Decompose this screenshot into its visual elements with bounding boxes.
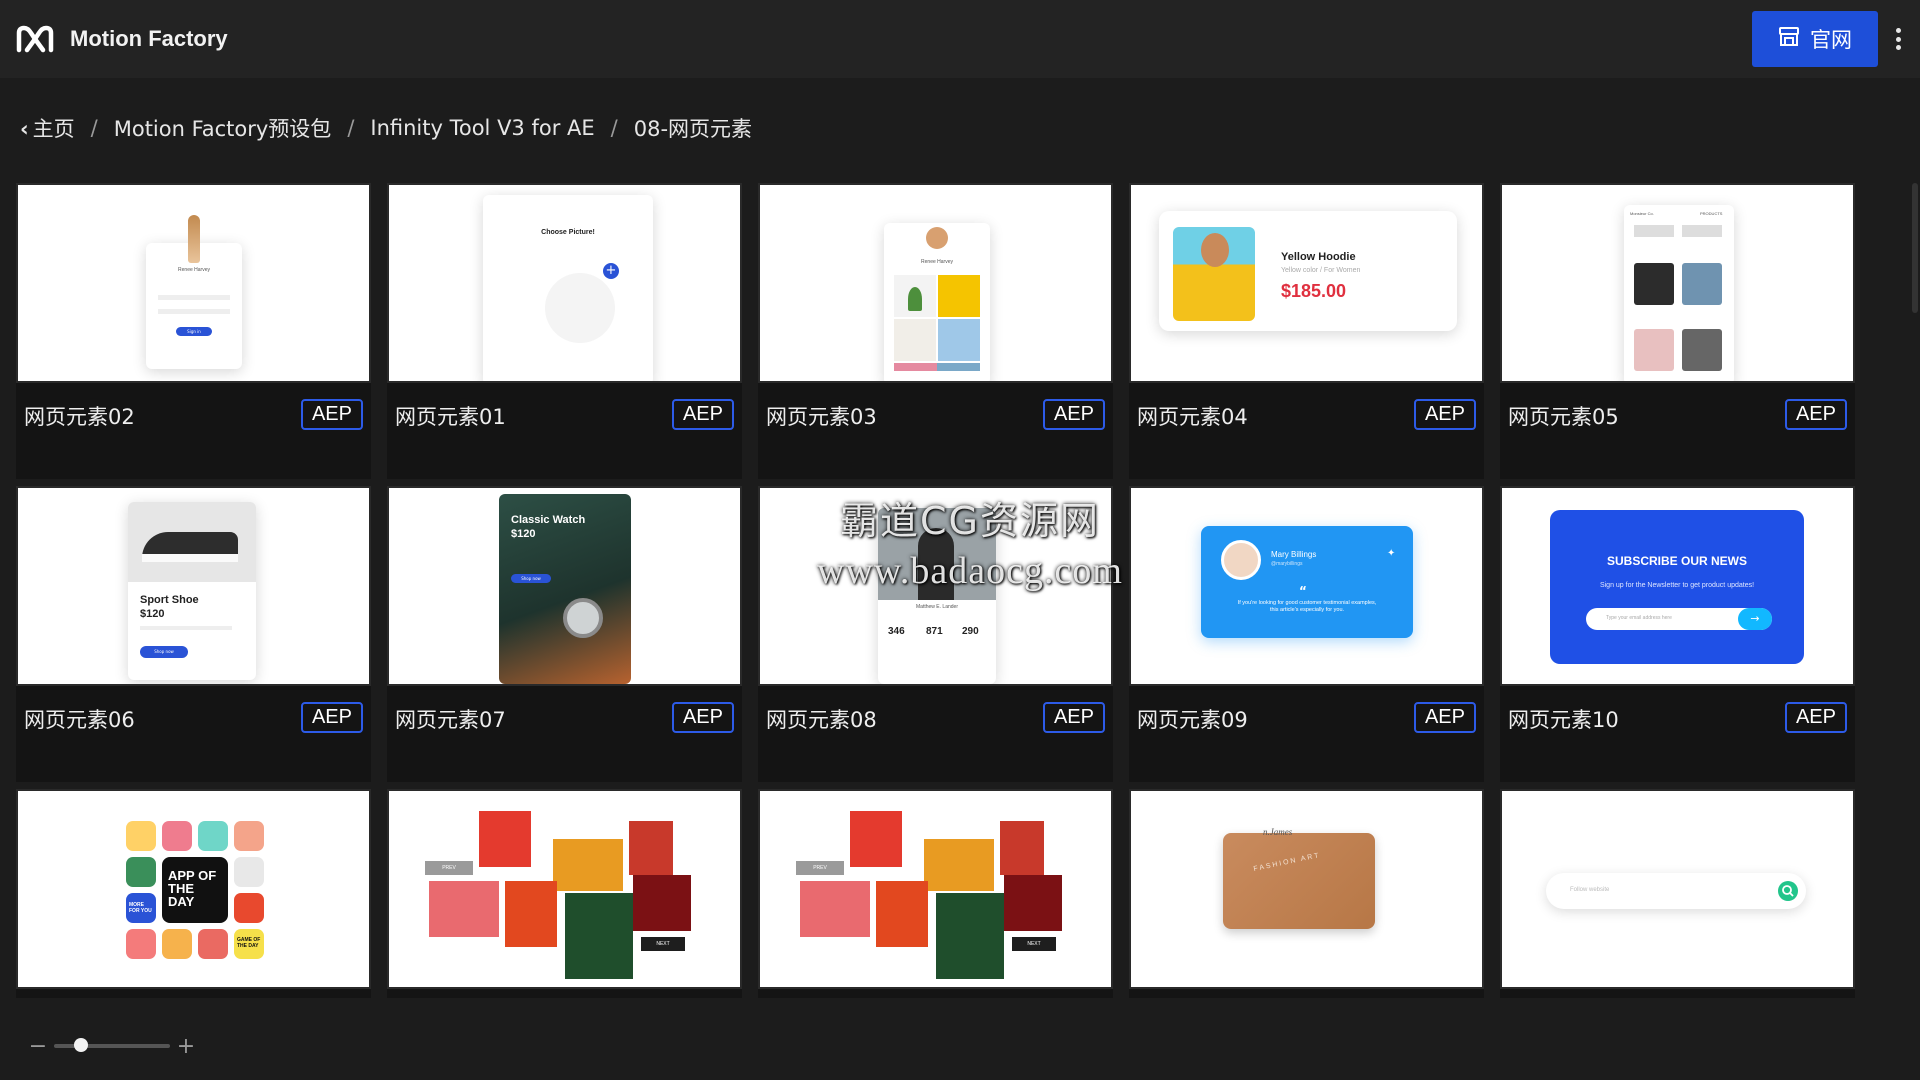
footer-bar [0,998,1920,1080]
store-icon [1778,26,1800,52]
asset-card[interactable]: Classic Watch $120 Shop now 网页元素07 AEP [387,486,742,782]
asset-name: 网页元素09 [1137,708,1248,732]
asset-card[interactable]: SUBSCRIBE OUR NEWS Sign up for the Newsl… [1500,486,1855,782]
asset-card[interactable]: Renee Harvey Sign in 网页元素02 AEP [16,183,371,479]
asset-thumbnail: Follow website [1500,789,1855,989]
asset-card[interactable]: Mary Billings @marybillings ✦ “ If you'r… [1129,486,1484,782]
aep-badge: AEP [1042,702,1105,733]
asset-thumbnail: Yellow Hoodie Yellow color / For Women $… [1129,183,1484,383]
asset-card[interactable]: Renee Harvey 网页元素03 AEP [758,183,1113,479]
aep-badge: AEP [671,399,734,430]
breadcrumb-separator: / [347,116,355,140]
aep-badge: AEP [1784,702,1847,733]
breadcrumb-separator: / [610,116,618,140]
asset-card[interactable]: Yellow Hoodie Yellow color / For Women $… [1129,183,1484,479]
asset-name: 网页元素10 [1508,708,1619,732]
twitter-icon: ✦ [1387,548,1396,559]
asset-card[interactable]: Sport Shoe $120 Shop now 网页元素06 AEP [16,486,371,782]
zoom-in-button[interactable]: + [176,1034,196,1059]
aep-badge: AEP [671,702,734,733]
breadcrumb-home[interactable]: ‹ 主页 [20,113,75,143]
asset-name: 网页元素03 [766,405,877,429]
aep-badge: AEP [1413,702,1476,733]
zoom-slider[interactable] [54,1038,170,1052]
arrow-right-icon: → [1738,608,1772,630]
breadcrumb-current[interactable]: 08-网页元素 [634,113,752,143]
scrollbar[interactable] [1912,183,1918,313]
top-bar: Motion Factory 官网 [0,0,1920,78]
motion-factory-logo-icon[interactable] [16,24,56,54]
asset-thumbnail: Renee Harvey [758,183,1113,383]
aep-badge: AEP [1413,399,1476,430]
aep-badge: AEP [300,702,363,733]
asset-thumbnail: Matthew E. Lander 346 871 290 [758,486,1113,686]
zoom-slider-handle[interactable] [74,1038,89,1052]
asset-card[interactable]: Choose Picture! + 网页元素01 AEP [387,183,742,479]
aep-badge: AEP [1042,399,1105,430]
asset-thumbnail: APP OF THE DAY MORE FOR YOU GAME OF THE … [16,789,371,989]
asset-thumbnail: PREV NEXT [758,789,1113,989]
asset-thumbnail: Sport Shoe $120 Shop now [16,486,371,686]
asset-thumbnail: SUBSCRIBE OUR NEWS Sign up for the Newsl… [1500,486,1855,686]
asset-thumbnail: PREV NEXT [387,789,742,989]
aep-badge: AEP [300,399,363,430]
asset-card[interactable]: Matthew E. Lander 346 871 290 网页元素08 AEP [758,486,1113,782]
zoom-out-button[interactable]: − [28,1034,48,1059]
aep-badge: AEP [1784,399,1847,430]
asset-name: 网页元素02 [24,405,135,429]
asset-thumbnail: Renee Harvey Sign in [16,183,371,383]
official-site-button[interactable]: 官网 [1752,11,1878,67]
asset-name: 网页元素04 [1137,405,1248,429]
asset-thumbnail: Choose Picture! + [387,183,742,383]
breadcrumb-preset-pack[interactable]: Motion Factory预设包 [114,113,332,143]
more-menu-icon[interactable] [1890,22,1906,56]
asset-thumbnail: Classic Watch $120 Shop now [387,486,742,686]
breadcrumb-separator: / [90,116,98,140]
asset-name: 网页元素05 [1508,405,1619,429]
asset-thumbnail: Monsieur Co. PRODUCTS [1500,183,1855,383]
add-picture-icon: + [603,263,619,279]
chevron-left-icon: ‹ [20,117,29,141]
asset-name: 网页元素06 [24,708,135,732]
asset-thumbnail: n.James FASHION ART [1129,789,1484,989]
asset-card[interactable]: Monsieur Co. PRODUCTS 网页元素05 AEP [1500,183,1855,479]
asset-name: 网页元素08 [766,708,877,732]
zoom-control: − + [28,1032,198,1060]
asset-name: 网页元素01 [395,405,506,429]
asset-thumbnail: Mary Billings @marybillings ✦ “ If you'r… [1129,486,1484,686]
asset-grid: Renee Harvey Sign in 网页元素02 AEP Choose P… [16,183,1855,1080]
asset-name: 网页元素07 [395,708,506,732]
app-title: Motion Factory [70,26,228,51]
breadcrumb: ‹ 主页 / Motion Factory预设包 / Infinity Tool … [20,112,752,144]
search-icon [1778,881,1798,901]
breadcrumb-infinity-tool[interactable]: Infinity Tool V3 for AE [370,116,594,140]
official-site-label: 官网 [1810,28,1852,52]
